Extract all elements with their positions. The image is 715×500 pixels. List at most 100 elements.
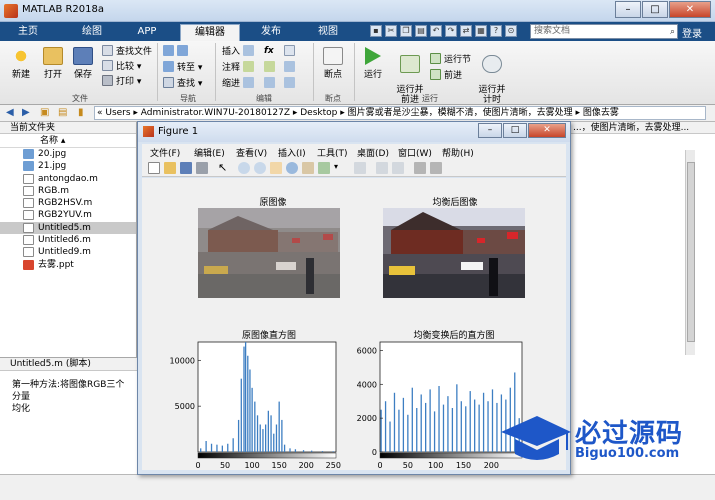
- quick-switch-icon[interactable]: ⇄: [460, 25, 472, 37]
- list-item[interactable]: RGB.m: [0, 185, 136, 197]
- goto-button[interactable]: 转至 ▾: [163, 61, 202, 74]
- tab-editor[interactable]: 编辑器: [180, 24, 240, 41]
- quick-layout-icon[interactable]: ▦: [475, 25, 487, 37]
- menu-desktop[interactable]: 桌面(D): [357, 146, 389, 159]
- new-figure-icon[interactable]: [148, 162, 160, 174]
- list-item[interactable]: 20.jpg: [0, 148, 136, 160]
- back-forward-button[interactable]: [163, 45, 191, 58]
- scrollbar-thumb[interactable]: [687, 162, 695, 342]
- list-item[interactable]: 21.jpg: [0, 160, 136, 172]
- forward-arrow-icon[interactable]: ▶: [22, 107, 30, 118]
- save-figure-icon[interactable]: [180, 162, 192, 174]
- tab-home[interactable]: 主页: [6, 24, 50, 41]
- find-button[interactable]: 查找 ▾: [163, 77, 202, 90]
- smart-indent-button[interactable]: [264, 77, 278, 90]
- menu-view[interactable]: 查看(V): [236, 146, 267, 159]
- rotate-icon[interactable]: [286, 162, 298, 174]
- legend-icon[interactable]: [392, 162, 404, 174]
- name-column-header[interactable]: 名称 ▴: [0, 134, 136, 148]
- vertical-scrollbar[interactable]: [685, 150, 695, 355]
- tab-apps[interactable]: APP: [122, 24, 172, 41]
- search-input[interactable]: 搜索文档 ⌕: [530, 24, 678, 39]
- zoom-in-icon[interactable]: [238, 162, 250, 174]
- list-item[interactable]: Untitled6.m: [0, 234, 136, 246]
- list-item-selected[interactable]: Untitled5.m: [0, 221, 136, 235]
- run-and-time-button[interactable]: 运行并 计时: [474, 45, 510, 105]
- print-button[interactable]: 打印 ▾: [102, 75, 141, 88]
- hide-plot-tools-icon[interactable]: [414, 162, 426, 174]
- menu-window[interactable]: 窗口(W): [398, 146, 432, 159]
- login-button[interactable]: 登录: [682, 25, 702, 40]
- colorbar-icon[interactable]: [376, 162, 388, 174]
- wrap-comments-button[interactable]: [284, 61, 298, 74]
- m-file-icon: [23, 198, 34, 209]
- up-folder-icon[interactable]: ▣: [40, 107, 49, 118]
- advance-button[interactable]: 前进: [430, 69, 462, 82]
- list-item[interactable]: Untitled9.m: [0, 246, 136, 258]
- brush-icon[interactable]: [318, 162, 330, 174]
- list-item[interactable]: antongdao.m: [0, 173, 136, 185]
- tab-plots[interactable]: 绘图: [68, 24, 116, 41]
- edit-options-button[interactable]: [284, 45, 298, 58]
- new-plus-icon: [11, 47, 31, 65]
- search-icon[interactable]: ⌕: [670, 26, 675, 39]
- run-section-button[interactable]: 运行节: [430, 53, 471, 66]
- compare-button[interactable]: 比较 ▾: [102, 60, 141, 73]
- list-item[interactable]: 去雾.ppt: [0, 259, 136, 271]
- edit-plot-icon[interactable]: ↖: [218, 162, 230, 174]
- browse-folder-icon[interactable]: ▤: [58, 107, 67, 118]
- x-tick-label: 250: [326, 461, 341, 470]
- indent-button[interactable]: 缩进: [222, 77, 257, 90]
- quick-undo-icon[interactable]: ↶: [430, 25, 442, 37]
- quick-help-icon[interactable]: ?: [490, 25, 502, 37]
- quick-copy-icon[interactable]: ❐: [400, 25, 412, 37]
- new-button[interactable]: 新建: [8, 47, 34, 80]
- link-plot-icon[interactable]: [354, 162, 366, 174]
- quick-customize-icon[interactable]: ⊙: [505, 25, 517, 37]
- y-tick-label: 5000: [175, 402, 195, 411]
- comment-button[interactable]: 注释: [222, 61, 257, 74]
- tab-view[interactable]: 视图: [303, 24, 353, 41]
- menu-insert[interactable]: 插入(I): [278, 146, 306, 159]
- menu-help[interactable]: 帮助(H): [442, 146, 474, 159]
- find-files-button[interactable]: 查找文件: [102, 45, 152, 58]
- minimize-button[interactable]: –: [615, 1, 641, 18]
- tab-publish[interactable]: 发布: [247, 24, 295, 41]
- uncomment-button[interactable]: [264, 61, 278, 74]
- decrease-indent-button[interactable]: [284, 77, 298, 90]
- print-figure-icon[interactable]: [196, 162, 208, 174]
- save-button[interactable]: 保存: [70, 47, 96, 80]
- quick-paste-icon[interactable]: ▤: [415, 25, 427, 37]
- insert-icon: [242, 45, 254, 56]
- quick-save-icon[interactable]: ▪: [370, 25, 382, 37]
- menu-edit[interactable]: 编辑(E): [194, 146, 225, 159]
- list-item[interactable]: RGB2YUV.m: [0, 209, 136, 221]
- pan-icon[interactable]: [270, 162, 282, 174]
- fx-button[interactable]: fx: [264, 45, 274, 58]
- current-folder-path[interactable]: « Users ▸ Administrator.WIN7U-20180127Z …: [94, 106, 706, 120]
- list-item[interactable]: RGB2HSV.m: [0, 197, 136, 209]
- figure-minimize-button[interactable]: –: [478, 123, 502, 138]
- insert-button[interactable]: 插入: [222, 45, 257, 58]
- y-tick-label: 10000: [170, 356, 195, 365]
- m-file-icon: [23, 235, 34, 246]
- brush-dropdown-icon[interactable]: ▾: [334, 162, 346, 174]
- run-button[interactable]: 运行: [358, 47, 388, 80]
- menu-file[interactable]: 文件(F): [150, 146, 180, 159]
- quick-cut-icon[interactable]: ✂: [385, 25, 397, 37]
- quick-redo-icon[interactable]: ↷: [445, 25, 457, 37]
- figure-close-button[interactable]: ✕: [528, 123, 566, 138]
- back-arrow-icon[interactable]: ◀: [6, 107, 14, 118]
- maximize-button[interactable]: □: [642, 1, 668, 18]
- show-plot-tools-icon[interactable]: [430, 162, 442, 174]
- status-bar: [0, 474, 715, 500]
- data-cursor-icon[interactable]: [302, 162, 314, 174]
- open-button[interactable]: 打开: [40, 47, 66, 80]
- figure-maximize-button[interactable]: □: [503, 123, 527, 138]
- zoom-out-icon[interactable]: [254, 162, 266, 174]
- breakpoints-button[interactable]: 断点: [318, 47, 348, 80]
- menu-tools[interactable]: 工具(T): [317, 146, 348, 159]
- close-button[interactable]: ✕: [669, 1, 711, 18]
- open-file-icon[interactable]: [164, 162, 176, 174]
- stopwatch-icon: [482, 55, 502, 73]
